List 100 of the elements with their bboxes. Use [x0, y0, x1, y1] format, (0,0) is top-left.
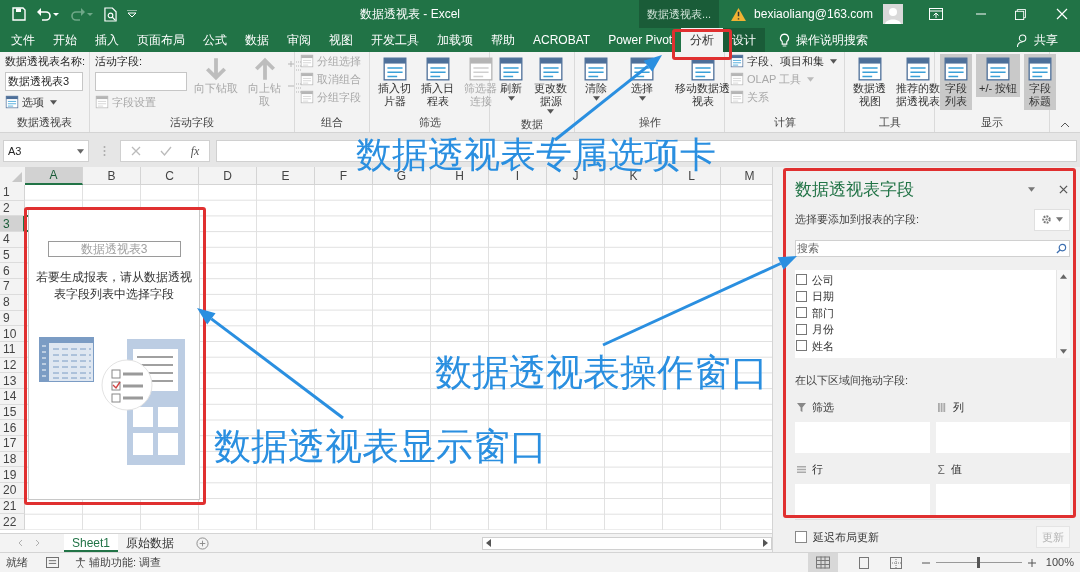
row-header[interactable]: 17 — [0, 436, 25, 452]
checkbox[interactable] — [795, 530, 807, 543]
normal-view-icon[interactable] — [807, 553, 838, 572]
row-header[interactable]: 3 — [0, 216, 25, 233]
ribbon-tab[interactable]: 审阅 — [278, 28, 320, 52]
checkbox[interactable] — [796, 323, 807, 335]
field-name: 公司 — [812, 272, 834, 288]
column-header[interactable]: C — [141, 167, 199, 185]
ribbon-button[interactable]: 刷新 — [495, 54, 527, 103]
scroll-right-icon[interactable] — [762, 539, 768, 547]
row-header[interactable]: 10 — [0, 326, 25, 342]
accessibility-button[interactable]: 辅助功能: 调查 — [75, 554, 162, 571]
close-icon[interactable] — [1059, 185, 1068, 195]
caret-icon[interactable] — [1028, 187, 1035, 193]
ribbon-tab[interactable]: 数据 — [236, 28, 278, 52]
text-field[interactable] — [95, 72, 187, 91]
add-sheet-icon[interactable] — [196, 536, 210, 550]
scroll-down-icon[interactable] — [1060, 349, 1067, 354]
ribbon-tab[interactable]: 设计 — [723, 28, 766, 52]
sheet-icon — [905, 56, 931, 82]
vertical-scrollbar[interactable] — [1056, 269, 1070, 358]
text-field[interactable]: 数据透视表3 — [5, 72, 83, 91]
column-header[interactable]: B — [83, 167, 141, 185]
zoom-in-icon[interactable] — [1027, 558, 1036, 567]
checkbox[interactable] — [796, 290, 807, 302]
undo-icon[interactable] — [36, 7, 60, 21]
print-preview-icon[interactable] — [104, 6, 117, 22]
checkbox[interactable] — [796, 307, 807, 319]
zoom-slider-thumb[interactable] — [977, 557, 981, 568]
ribbon-button[interactable]: 字段列表 — [940, 54, 972, 110]
tools-button[interactable] — [1034, 208, 1070, 231]
ribbon-button[interactable]: 更改数据源 — [531, 54, 570, 116]
ribbon-button[interactable]: +/- 按钮 — [976, 54, 1021, 97]
ribbon-tab[interactable]: 文件 — [2, 28, 44, 52]
caret-icon — [1056, 217, 1063, 222]
ribbon-tab[interactable]: 页面布局 — [128, 28, 194, 52]
ribbon-tab[interactable]: Power Pivot — [599, 28, 682, 52]
checkbox[interactable] — [796, 340, 807, 352]
scroll-left-icon[interactable] — [486, 539, 492, 547]
page-layout-icon[interactable] — [857, 556, 870, 569]
caret-icon — [830, 58, 837, 64]
row-header[interactable]: 20 — [0, 483, 25, 499]
ribbon-tab[interactable]: 分析 — [681, 28, 724, 52]
row-header[interactable]: 22 — [0, 514, 25, 531]
ribbon-button[interactable]: 清除 — [580, 54, 612, 103]
caret-icon — [77, 148, 84, 154]
ribbon-button[interactable]: 数据透视图 — [850, 54, 889, 110]
zoom-level[interactable]: 100% — [1045, 554, 1074, 571]
ribbon-tab[interactable]: 帮助 — [482, 28, 524, 52]
ribbon-tab[interactable]: 开始 — [44, 28, 86, 52]
ribbon-tab[interactable]: 加载项 — [428, 28, 482, 52]
tell-me-search[interactable]: 操作说明搜索 — [779, 28, 869, 52]
account-name[interactable]: bexiaoliang@163.com — [754, 5, 873, 23]
checkbox-label: 延迟布局更新 — [813, 529, 880, 545]
sheet-icon — [730, 72, 744, 86]
ribbon-tab[interactable]: 插入 — [86, 28, 128, 52]
insert-function-button[interactable]: fx — [190, 142, 200, 160]
column-header[interactable]: A — [25, 167, 83, 185]
ribbon-button[interactable]: 选项 — [5, 95, 57, 109]
macro-record-icon[interactable] — [46, 557, 59, 568]
row-header[interactable]: 1 — [0, 185, 25, 201]
annotation-text: 数据透视表操作窗口 — [435, 354, 768, 391]
checkbox[interactable] — [796, 274, 807, 286]
down-arrow-icon — [203, 56, 229, 82]
row-header[interactable]: 13 — [0, 373, 25, 389]
ribbon-button[interactable]: 插入切片器 — [375, 54, 414, 110]
scroll-up-icon[interactable] — [1060, 273, 1067, 279]
row-header[interactable]: 4 — [0, 232, 25, 248]
context-tools-label: 数据透视表... — [638, 0, 720, 28]
collapse-ribbon-icon[interactable] — [1060, 122, 1070, 128]
column-header[interactable]: D — [199, 167, 257, 185]
share-button[interactable]: 共享 — [1017, 28, 1080, 52]
ribbon-button[interactable]: 字段、项目和集 — [730, 54, 837, 68]
restore-icon[interactable] — [1015, 8, 1026, 20]
ribbon-tab[interactable]: 视图 — [320, 28, 362, 52]
ribbon-tab[interactable]: ACROBAT — [524, 28, 600, 52]
ribbon-button[interactable]: 插入日程表 — [418, 54, 457, 110]
sheet-tab[interactable]: 原始数据 — [118, 534, 183, 552]
search-field[interactable]: 搜索 — [795, 239, 1070, 257]
horizontal-scrollbar[interactable] — [482, 536, 772, 550]
row-header[interactable]: 7 — [0, 279, 25, 295]
column-header[interactable]: M — [721, 167, 772, 185]
column-header[interactable]: E — [257, 167, 315, 185]
lightbulb-icon — [779, 32, 791, 48]
customize-toolbar-icon[interactable] — [127, 10, 137, 18]
ribbon-tab[interactable]: 公式 — [194, 28, 236, 52]
row-header[interactable]: 16 — [0, 420, 25, 436]
ribbon-button[interactable]: 字段标题 — [1024, 54, 1057, 110]
group-label: 筛选 — [417, 115, 442, 130]
name-box[interactable]: A3 — [3, 140, 89, 162]
page-break-icon[interactable] — [889, 556, 902, 569]
area-label: 值 — [950, 462, 962, 478]
ribbon-tab[interactable]: 开发工具 — [362, 28, 428, 52]
sheet-tab[interactable]: Sheet1 — [64, 534, 119, 552]
row-header[interactable]: 19 — [0, 467, 25, 484]
redo-icon[interactable] — [70, 7, 94, 21]
row-header[interactable]: 6 — [0, 263, 25, 280]
save-icon[interactable] — [12, 7, 26, 21]
caret-icon — [507, 96, 515, 101]
ribbon-display-icon[interactable] — [929, 8, 943, 20]
